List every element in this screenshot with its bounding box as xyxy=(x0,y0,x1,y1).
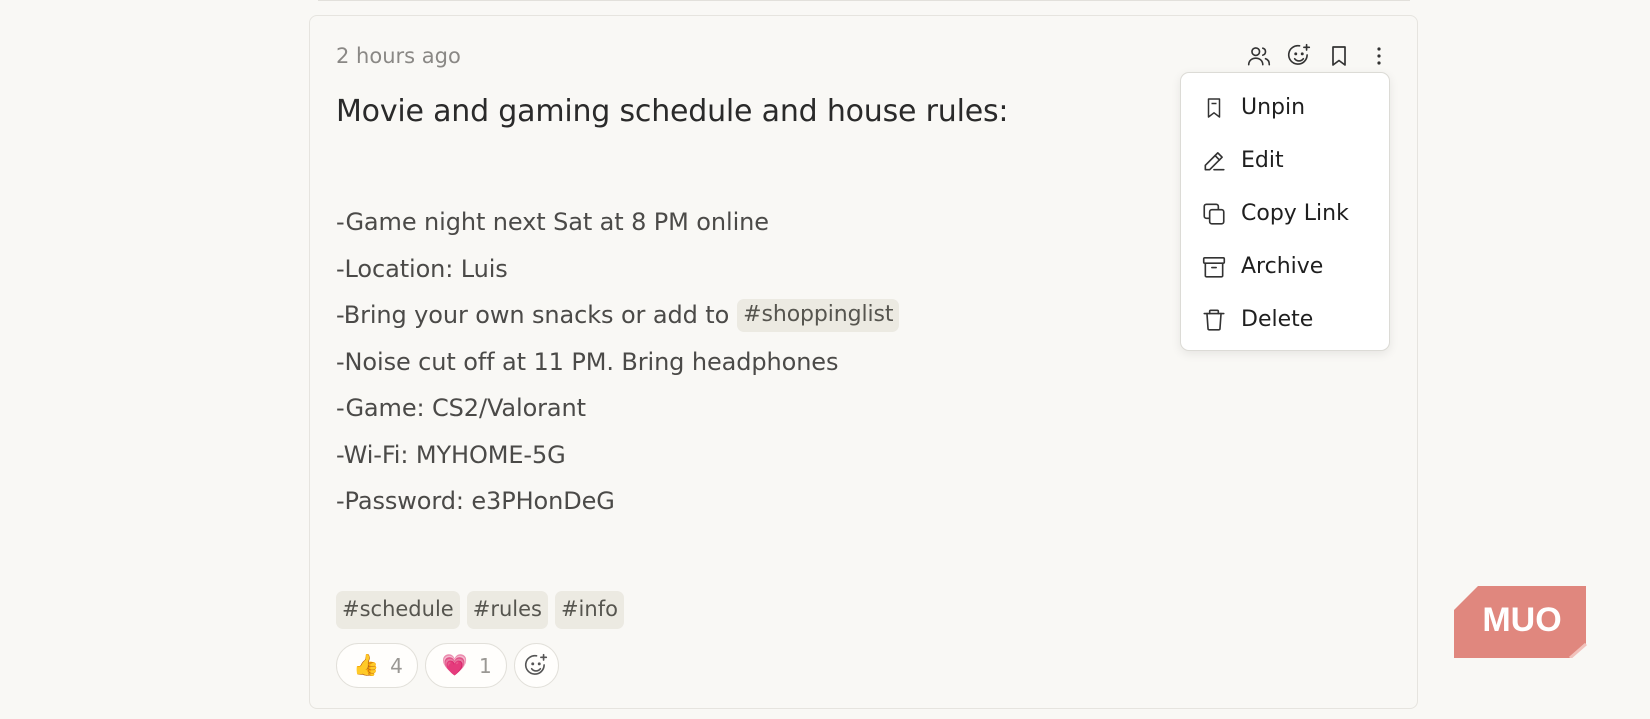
tag-rules[interactable]: #rules xyxy=(466,591,548,629)
reaction-count: 1 xyxy=(479,653,492,678)
memo-content: -Game night next Sat at 8 PM online -Loc… xyxy=(336,199,900,525)
memo-line-text: -Password: e3PHonDeG xyxy=(336,487,615,516)
memo-line: -Password: e3PHonDeG xyxy=(336,478,899,525)
users-icon xyxy=(1247,47,1271,66)
memo-title: Movie and gaming schedule and house rule… xyxy=(336,94,1009,129)
memo-line: -Noise cut off at 11 PM. Bring headphone… xyxy=(336,339,899,386)
menu-item-archive[interactable]: Archive xyxy=(1181,240,1389,293)
previous-card-edge xyxy=(318,0,1410,1)
bookmark-icon xyxy=(1332,46,1346,66)
menu-item-edit[interactable]: Edit xyxy=(1181,134,1389,187)
copy-icon xyxy=(1203,202,1225,225)
heart-icon: 💗 xyxy=(441,653,469,677)
reaction-count: 4 xyxy=(390,653,403,678)
thumbs-up-icon: 👍 xyxy=(353,653,380,677)
tag-list: #schedule #rules #info xyxy=(336,591,624,629)
memo-actions xyxy=(1239,40,1399,72)
memo-line-text: -Game night next Sat at 8 PM online xyxy=(336,208,769,237)
watermark-text: MUO xyxy=(1482,601,1561,639)
memo-line-text: -Game: CS2/Valorant xyxy=(336,394,586,423)
add-reaction-icon xyxy=(1287,43,1311,65)
tag-info[interactable]: #info xyxy=(554,591,624,629)
menu-item-label: Edit xyxy=(1241,148,1284,173)
memo-line: -Bring your own snacks or add to #shoppin… xyxy=(336,292,900,339)
menu-item-label: Copy Link xyxy=(1241,201,1349,226)
memo-timestamp: 2 hours ago xyxy=(336,44,461,68)
memo-line-text: -Bring your own snacks or add to xyxy=(336,301,730,330)
add-reaction-chip[interactable] xyxy=(513,643,559,688)
menu-item-copy-link[interactable]: Copy Link xyxy=(1181,187,1389,240)
menu-item-unpin[interactable]: Unpin xyxy=(1181,81,1389,134)
more-vertical-icon xyxy=(1377,47,1381,65)
menu-item-delete[interactable]: Delete xyxy=(1181,293,1389,346)
memo-line: -Location: Luis xyxy=(336,246,899,293)
add-reaction-icon xyxy=(525,653,548,675)
trash-icon xyxy=(1203,308,1225,331)
menu-item-label: Unpin xyxy=(1241,95,1306,120)
memo-line: -Game: CS2/Valorant xyxy=(336,385,899,432)
muo-watermark-logo: MUO xyxy=(1454,586,1587,658)
menu-item-label: Archive xyxy=(1241,254,1324,279)
memo-line-text: -Noise cut off at 11 PM. Bring headphone… xyxy=(336,347,839,376)
memo-line-text: -Wi-Fi: MYHOME-5G xyxy=(336,440,566,469)
pencil-icon xyxy=(1204,151,1225,170)
memo-line: -Game night next Sat at 8 PM online xyxy=(336,199,899,246)
reaction-thumbs-up[interactable]: 👍 4 xyxy=(336,643,418,688)
reaction-heart[interactable]: 💗 1 xyxy=(424,643,507,688)
reaction-list: 👍 4 💗 1 xyxy=(336,643,559,688)
add-reaction-button[interactable] xyxy=(1279,40,1319,72)
inline-tag-shoppinglist[interactable]: #shoppinglist xyxy=(737,298,900,332)
memo-context-menu: Unpin Edit Copy Link Archive Delete xyxy=(1180,72,1390,351)
archive-icon xyxy=(1202,256,1226,278)
tag-schedule[interactable]: #schedule xyxy=(336,591,460,629)
memo-line-text: -Location: Luis xyxy=(336,254,508,283)
visibility-button[interactable] xyxy=(1239,40,1279,72)
pin-button[interactable] xyxy=(1319,40,1359,72)
bookmark-icon xyxy=(1207,97,1221,118)
memo-line: -Wi-Fi: MYHOME-5G xyxy=(336,432,899,479)
menu-item-label: Delete xyxy=(1241,307,1314,332)
more-options-button[interactable] xyxy=(1359,40,1399,72)
